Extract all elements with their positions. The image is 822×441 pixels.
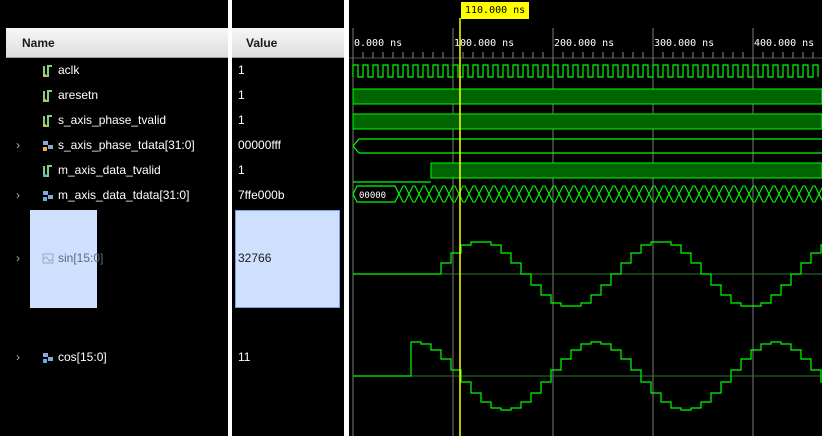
m-tvalid-wave xyxy=(430,162,822,179)
timeline-tick-label: 0.000 ns xyxy=(354,38,402,49)
bus-signal-icon xyxy=(43,141,53,151)
signal-name: aclk xyxy=(58,63,80,77)
single-bit-signal-icon xyxy=(43,90,52,102)
signal-value: 7ffe000b xyxy=(238,188,285,202)
single-bit-signal-icon xyxy=(43,165,52,177)
signal-value: 1 xyxy=(238,88,245,102)
timeline-tick-label: 100.000 ns xyxy=(454,38,514,49)
timeline-tick-label: 200.000 ns xyxy=(554,38,614,49)
bus-signal-icon xyxy=(43,353,53,363)
aresetn-wave xyxy=(352,88,822,105)
cursor-time-label[interactable]: 110.000 ns xyxy=(461,2,530,19)
signal-name: s_axis_phase_tvalid xyxy=(58,113,167,127)
signal-value: 32766 xyxy=(238,251,272,265)
name-column-header[interactable]: Name xyxy=(6,28,228,58)
single-bit-signal-icon xyxy=(43,115,52,127)
timeline-tick-label: 300.000 ns xyxy=(654,38,714,49)
signal-row-m-axis-data-tdata[interactable]: › m_axis_data_tdata[31:0] xyxy=(12,183,226,208)
signal-name: m_axis_data_tdata[31:0] xyxy=(58,188,190,202)
tdata-transitions xyxy=(398,185,822,203)
expand-chevron-icon[interactable]: › xyxy=(16,345,20,370)
timeline-tick-label: 400.000 ns xyxy=(754,38,814,49)
signal-row-aclk[interactable]: aclk xyxy=(12,58,226,83)
signal-value: 11 xyxy=(238,350,251,364)
phase-tdata-wave xyxy=(352,138,822,154)
single-bit-signal-icon xyxy=(43,65,52,77)
signal-row-m-axis-data-tvalid[interactable]: m_axis_data_tvalid xyxy=(12,158,226,183)
signal-name: sin[15:0] xyxy=(58,251,104,265)
signal-row-aresetn[interactable]: aresetn xyxy=(12,83,226,108)
signal-value: 00000fff xyxy=(238,138,281,152)
expand-chevron-icon[interactable]: › xyxy=(16,133,20,158)
signal-name: m_axis_data_tvalid xyxy=(58,163,161,177)
signal-row-sin[interactable]: › sin[15:0] xyxy=(12,246,226,271)
signal-row-s-axis-phase-tdata[interactable]: › s_axis_phase_tdata[31:0] xyxy=(12,133,226,158)
waveform-canvas[interactable]: 0.000 ns 100.000 ns 200.000 ns 300.000 ns 40… xyxy=(349,0,822,436)
signal-value: 1 xyxy=(238,63,245,77)
signal-row-cos[interactable]: › cos[15:0] xyxy=(12,345,226,370)
signal-name: cos[15:0] xyxy=(58,350,107,364)
tvalid-wave xyxy=(352,113,822,130)
value-column-header[interactable]: Value xyxy=(232,28,344,58)
signal-row-s-axis-phase-tvalid[interactable]: s_axis_phase_tvalid xyxy=(12,108,226,133)
bus-signal-icon xyxy=(43,191,53,201)
signal-name: aresetn xyxy=(58,88,99,102)
signal-value: 1 xyxy=(238,113,245,127)
tdata-value-text: 00000 xyxy=(359,191,386,201)
waveform-pane[interactable]: 0.000 ns 100.000 ns 200.000 ns 300.000 ns 40… xyxy=(349,0,822,436)
expand-chevron-icon[interactable]: › xyxy=(16,246,20,271)
analog-signal-icon xyxy=(42,253,54,264)
signal-name: s_axis_phase_tdata[31:0] xyxy=(58,138,195,152)
expand-chevron-icon[interactable]: › xyxy=(16,183,20,208)
signal-value: 1 xyxy=(238,163,245,177)
aclk-wave xyxy=(352,64,819,78)
